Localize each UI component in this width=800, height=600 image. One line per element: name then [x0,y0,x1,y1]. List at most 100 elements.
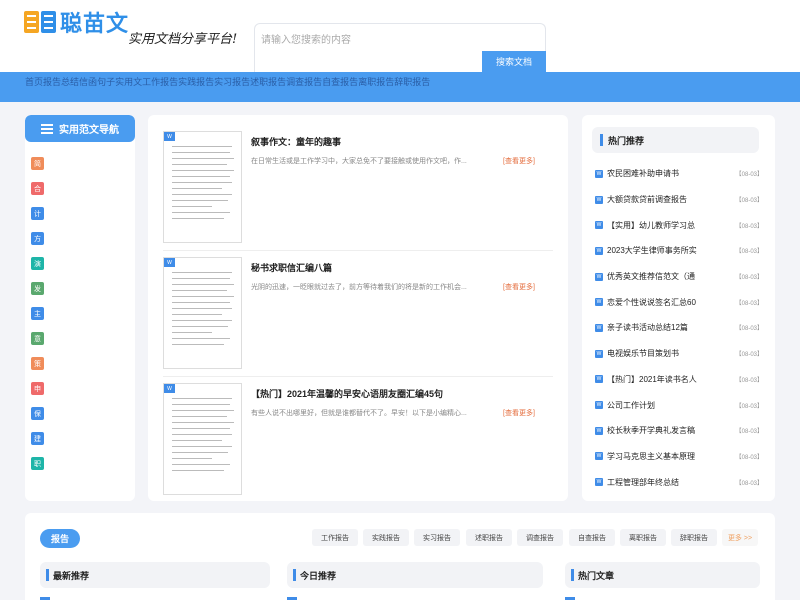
hot-list-item[interactable]: W 学习马克思主义基本原理 【08-03】 [595,444,763,470]
document-list: W 叙事作文：童年的趣事 在日常生活或是工作学习中，大家总免不了要接触或使用作文吧，… [148,115,568,501]
hot-list-item[interactable]: W 大额贷款贷前调查报告 【08-03】 [595,187,763,213]
nav-link[interactable]: 信函 [79,75,97,88]
category-badge: 申 [31,382,44,395]
report-tag[interactable]: 自查报告 [569,529,615,546]
nav-link[interactable]: 调查报告 [286,75,322,88]
sidebar-item[interactable]: 合 [25,176,135,201]
hot-item-title[interactable]: 公司工作计划 [607,400,725,411]
hot-list-item[interactable]: W 恋爱个性说说签名汇总60 【08-03】 [595,289,763,315]
sidebar-header: 实用范文导航 [25,115,135,142]
document-title[interactable]: 【热门】2021年温馨的早安心语朋友圈汇编45句 [251,387,443,400]
nav-link[interactable]: 实践报告 [178,75,214,88]
hot-item-date: 【08-03】 [735,377,763,384]
hot-item-title[interactable]: 工程管理部年终总结 [607,477,725,488]
nav-link[interactable]: 工作报告 [142,75,178,88]
sidebar-item[interactable]: 策 [25,351,135,376]
sidebar-item[interactable]: 职 [25,451,135,476]
hot-item-title[interactable]: 大额贷款贷前调查报告 [607,194,725,205]
nav-link[interactable]: 总结 [61,75,79,88]
hot-item-title[interactable]: 农民困难补助申请书 [607,168,725,179]
report-tag[interactable]: 工作报告 [312,529,358,546]
hot-item-title[interactable]: 电视娱乐节目策划书 [607,348,725,359]
sidebar-item[interactable]: 主 [25,301,135,326]
hot-list-item[interactable]: W 优秀英文推荐信范文（通 【08-03】 [595,264,763,290]
report-tag[interactable]: 辞职报告 [671,529,717,546]
book-icon [24,11,56,33]
hot-list-item[interactable]: W 校长秋季开学典礼发言稿 【08-03】 [595,418,763,444]
word-icon: W [595,426,603,435]
nav-link[interactable]: 报告 [43,75,61,88]
word-icon: W [595,298,603,307]
nav-link[interactable]: 述职报告 [250,75,286,88]
hot-item-date: 【08-03】 [735,198,763,205]
hot-item-title[interactable]: 恋爱个性说说签名汇总60 [607,297,725,308]
report-tag[interactable]: 实践报告 [363,529,409,546]
hot-item-date: 【08-03】 [735,480,763,487]
word-icon: W [164,132,175,141]
more-link[interactable]: 更多 >> [722,529,758,546]
hot-list-item[interactable]: W 工程管理部年终总结 【08-03】 [595,469,763,495]
nav-link[interactable]: 自查报告 [322,75,358,88]
hot-item-title[interactable]: 【实用】幼儿教师学习总 [607,220,725,231]
hot-item-title[interactable]: 2023大学生律师事务所实 [607,245,725,256]
sub-panel-title: 今日推荐 [300,570,337,581]
word-icon: W [595,375,603,384]
document-thumbnail[interactable]: W [163,257,242,369]
category-badge: 保 [31,407,44,420]
document-thumbnail[interactable]: W [163,383,242,495]
hot-item-date: 【08-03】 [735,223,763,230]
nav-link[interactable]: 实习报告 [214,75,250,88]
nav-link[interactable]: 首页 [25,75,43,88]
hot-list-item[interactable]: W 2023大学生律师事务所实 【08-03】 [595,238,763,264]
search-button[interactable]: 搜索文档 [482,51,546,72]
hot-item-title[interactable]: 学习马克思主义基本原理 [607,451,725,462]
hot-list-item[interactable]: W 【实用】幼儿教师学习总 【08-03】 [595,212,763,238]
nav-link[interactable]: 离职报告 [358,75,394,88]
document-item[interactable]: W 秘书求职信汇编八篇 光阴的迅速，一眨眼就过去了，前方等待着我们的将是新的工作机会… [163,241,553,369]
sidebar-item[interactable]: 发 [25,276,135,301]
sidebar-item[interactable]: 演 [25,251,135,276]
report-tag[interactable]: 述职报告 [466,529,512,546]
sidebar-item[interactable]: 意 [25,326,135,351]
word-icon: W [595,452,603,461]
view-more-link[interactable]: [查看更多] [503,156,535,166]
sub-panel-title: 热门文章 [578,570,615,581]
sidebar-item[interactable]: 建 [25,426,135,451]
sidebar-item[interactable]: 保 [25,401,135,426]
hot-list-item[interactable]: W 农民困难补助申请书 【08-03】 [595,161,763,187]
list-icon [41,123,53,134]
document-item[interactable]: W 【热门】2021年温馨的早安心语朋友圈汇编45句 有些人说不出哪里好，但就是谁都… [163,367,553,495]
report-tag[interactable]: 实习报告 [414,529,460,546]
view-more-link[interactable]: [查看更多] [503,408,535,418]
nav-link[interactable]: 实用文 [115,75,142,88]
nav-link[interactable]: 辞职报告 [394,75,430,88]
word-icon: W [595,195,603,204]
report-tag[interactable]: 调查报告 [517,529,563,546]
word-icon: W [595,272,603,281]
hot-item-title[interactable]: 【热门】2021年读书名人 [607,374,725,385]
sidebar-item[interactable]: 申 [25,376,135,401]
report-tag[interactable]: 离职报告 [620,529,666,546]
document-title[interactable]: 秘书求职信汇编八篇 [251,261,332,274]
nav-link[interactable]: 句子 [97,75,115,88]
category-badge: 发 [31,282,44,295]
section-label[interactable]: 报告 [40,529,80,548]
search-input[interactable] [261,30,531,50]
hot-list-item[interactable]: W 亲子读书活动总结12篇 【08-03】 [595,315,763,341]
hot-item-date: 【08-03】 [735,249,763,256]
document-thumbnail[interactable]: W [163,131,242,243]
sidebar-item[interactable]: 方 [25,226,135,251]
view-more-link[interactable]: [查看更多] [503,282,535,292]
hot-list-item[interactable]: W 【热门】2021年读书名人 【08-03】 [595,367,763,393]
sidebar-item[interactable]: 计 [25,201,135,226]
hot-item-title[interactable]: 亲子读书活动总结12篇 [607,322,725,333]
sidebar-item[interactable]: 简 [25,151,135,176]
hot-item-date: 【08-03】 [735,454,763,461]
hot-item-title[interactable]: 优秀英文推荐信范文（通 [607,271,725,282]
document-title[interactable]: 叙事作文：童年的趣事 [251,135,341,148]
hot-list-item[interactable]: W 公司工作计划 【08-03】 [595,392,763,418]
document-item[interactable]: W 叙事作文：童年的趣事 在日常生活或是工作学习中，大家总免不了要接触或使用作文吧，… [163,115,553,243]
site-logo[interactable]: 聪苗文 [24,6,129,38]
hot-list-item[interactable]: W 电视娱乐节目策划书 【08-03】 [595,341,763,367]
hot-item-title[interactable]: 校长秋季开学典礼发言稿 [607,425,725,436]
